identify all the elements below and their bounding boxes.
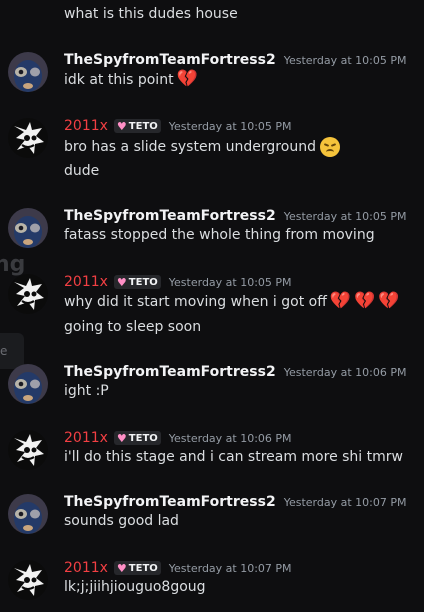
- username[interactable]: 2011x: [64, 430, 108, 446]
- username[interactable]: TheSpyfromTeamFortress2: [64, 208, 276, 224]
- message-text: sounds good lad: [64, 513, 179, 529]
- avatar-spy[interactable]: [8, 494, 48, 534]
- broken-heart-icon: 💔: [176, 69, 198, 89]
- background-partial-label: e: [0, 344, 8, 358]
- sonic-avatar-icon: [8, 118, 48, 158]
- tag-label: TETO: [128, 562, 158, 574]
- broken-heart-icon: 💔: [354, 291, 376, 311]
- broken-heart-icon: 💔: [329, 291, 352, 311]
- sonic-avatar-icon: [8, 274, 48, 314]
- message-text: fatass stopped the whole thing from movi…: [64, 227, 375, 243]
- message-text: what is this dudes house: [64, 6, 238, 22]
- spy-avatar-icon: [8, 208, 48, 248]
- sonic-avatar-icon: [8, 430, 48, 470]
- heart-icon: ♥: [116, 561, 127, 575]
- avatar-2011x[interactable]: [8, 274, 48, 314]
- heart-icon: ♥: [116, 119, 127, 133]
- broken-heart-icon: 💔: [378, 291, 400, 311]
- server-tag[interactable]: ♥ TETO: [113, 275, 161, 289]
- spy-avatar-icon: [8, 494, 48, 534]
- message-text: going to sleep soon: [64, 319, 202, 335]
- avatar-spy[interactable]: [8, 364, 48, 404]
- message-text: idk at this point: [64, 71, 174, 88]
- timestamp[interactable]: Yesterday at 10:07 PM: [284, 496, 407, 509]
- message-text: lk;j;jiihjiouguo8goug: [64, 579, 206, 595]
- heart-icon: ♥: [116, 431, 127, 445]
- timestamp[interactable]: Yesterday at 10:06 PM: [169, 432, 292, 445]
- message-text: ight :P: [64, 383, 109, 399]
- server-tag[interactable]: ♥ TETO: [113, 561, 161, 575]
- sonic-avatar-icon: [8, 560, 48, 600]
- disappointed-face-icon: [319, 137, 340, 157]
- username[interactable]: 2011x: [64, 560, 108, 576]
- timestamp[interactable]: Yesterday at 10:05 PM: [169, 120, 292, 133]
- tag-label: TETO: [128, 120, 158, 132]
- timestamp[interactable]: Yesterday at 10:07 PM: [169, 562, 292, 575]
- server-tag[interactable]: ♥ TETO: [113, 431, 161, 445]
- spy-avatar-icon: [8, 364, 48, 404]
- username[interactable]: TheSpyfromTeamFortress2: [64, 364, 276, 380]
- server-tag[interactable]: ♥ TETO: [113, 119, 161, 133]
- background-partial-text: ng: [0, 252, 26, 277]
- spy-avatar-icon: [8, 52, 48, 92]
- avatar-spy[interactable]: [8, 52, 48, 92]
- message-text: why did it start moving when i got off: [64, 293, 327, 310]
- username[interactable]: 2011x: [64, 118, 108, 134]
- username[interactable]: 2011x: [64, 274, 108, 290]
- timestamp[interactable]: Yesterday at 10:05 PM: [284, 54, 407, 67]
- timestamp[interactable]: Yesterday at 10:06 PM: [284, 366, 407, 379]
- avatar-spy[interactable]: [8, 208, 48, 248]
- tag-label: TETO: [128, 432, 158, 444]
- message-text: i'll do this stage and i can stream more…: [64, 449, 403, 465]
- tag-label: TETO: [128, 276, 158, 288]
- avatar-2011x[interactable]: [8, 118, 48, 158]
- message-text: dude: [64, 163, 100, 179]
- message-text: bro has a slide system underground: [64, 139, 316, 155]
- avatar-2011x[interactable]: [8, 560, 48, 600]
- timestamp[interactable]: Yesterday at 10:05 PM: [284, 210, 407, 223]
- timestamp[interactable]: Yesterday at 10:05 PM: [169, 276, 292, 289]
- heart-icon: ♥: [116, 275, 127, 289]
- avatar-2011x[interactable]: [8, 430, 48, 470]
- username[interactable]: TheSpyfromTeamFortress2: [64, 494, 276, 510]
- username[interactable]: TheSpyfromTeamFortress2: [64, 52, 276, 68]
